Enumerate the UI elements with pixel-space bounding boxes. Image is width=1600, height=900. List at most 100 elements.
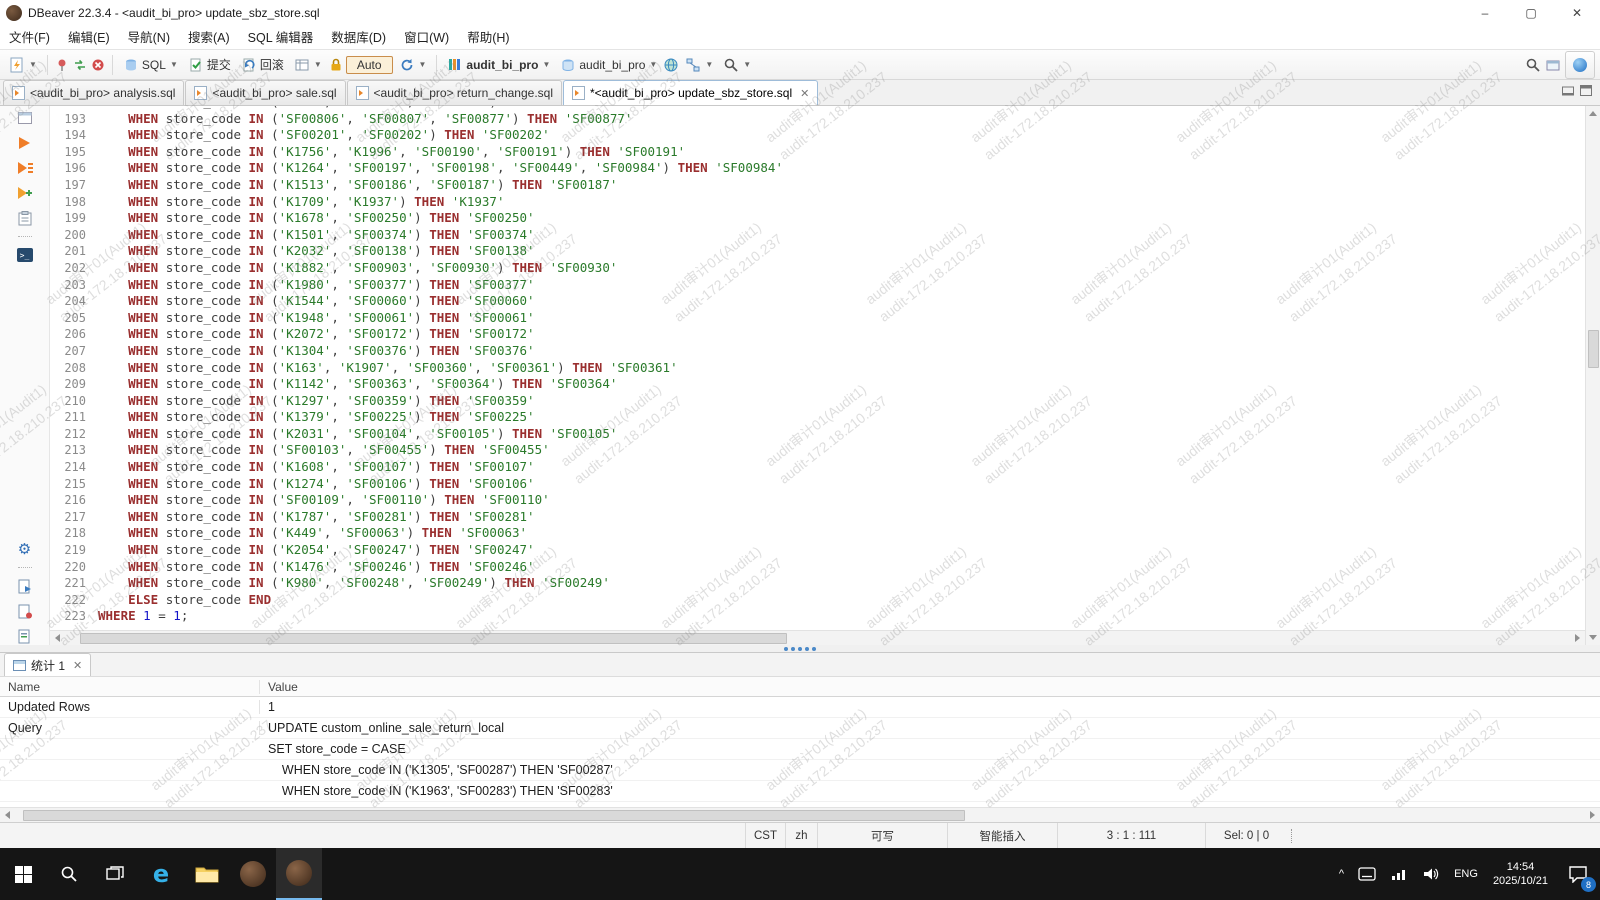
settings-gear-icon[interactable]: ⚙ [16,540,34,558]
panel-splitter[interactable] [0,645,1600,652]
explain-plan-icon[interactable] [16,209,34,227]
menu-item-8[interactable]: 帮助(H) [458,26,518,50]
quick-search-icon[interactable] [1525,57,1541,73]
editor-tab[interactable]: <audit_bi_pro> sale.sql [185,80,345,105]
editor-tab[interactable]: <audit_bi_pro> analysis.sql [3,80,184,105]
vscroll-track[interactable] [1586,121,1600,630]
vscroll-thumb[interactable] [1588,330,1599,368]
taskbar-search-button[interactable] [46,848,92,900]
menu-item-2[interactable]: 编辑(E) [59,26,119,50]
code-line[interactable]: 193 WHEN store_code IN ('SF00806', 'SF00… [50,111,1585,128]
maximize-editor-icon[interactable] [1580,83,1592,101]
perspective-button[interactable] [1565,51,1595,79]
close-button[interactable]: ✕ [1554,0,1600,26]
code-line[interactable]: 197 WHEN store_code IN ('K1513', 'SF0018… [50,177,1585,194]
menu-item-4[interactable]: 搜索(A) [179,26,239,50]
task-view-button[interactable] [92,848,138,900]
menu-item-1[interactable]: 文件(F) [0,26,59,50]
sql-dialect-dropdown[interactable]: SQL ▼ [119,55,182,75]
code-editor[interactable]: 192 WHEN store_code IN ('K162', 'SF00195… [50,106,1585,645]
column-header-value[interactable]: Value [260,680,1600,694]
scroll-up-icon[interactable] [1586,106,1600,121]
close-tab-icon[interactable]: ✕ [800,87,809,100]
code-line[interactable]: 204 WHEN store_code IN ('K1544', 'SF0006… [50,293,1585,310]
globe-icon[interactable] [663,57,679,73]
code-line[interactable]: 219 WHEN store_code IN ('K2054', 'SF0024… [50,542,1585,559]
table-row[interactable]: QueryUPDATE custom_online_sale_return_lo… [0,718,1600,739]
hscroll-thumb[interactable] [80,633,787,644]
connection-selector[interactable]: audit_bi_pro ▼ [443,55,554,75]
table-row[interactable]: WHEN store_code IN ('K1305', 'SF00287') … [0,760,1600,781]
export-result-icon[interactable] [16,577,34,595]
code-line[interactable]: 213 WHEN store_code IN ('SF00103', 'SF00… [50,442,1585,459]
code-line[interactable]: 199 WHEN store_code IN ('K1678', 'SF0025… [50,210,1585,227]
edge-browser-button[interactable]: e [138,848,184,900]
scroll-right-icon[interactable] [1585,808,1600,823]
panel-toggle-icon[interactable] [16,109,34,127]
panel-horizontal-scrollbar[interactable] [0,807,1600,822]
execute-new-tab-icon[interactable] [16,184,34,202]
code-line[interactable]: 222 ELSE store_code END [50,592,1585,609]
code-line[interactable]: 202 WHEN store_code IN ('K1882', 'SF0090… [50,260,1585,277]
taskbar-clock[interactable]: 14:54 2025/10/21 [1485,860,1556,888]
code-line[interactable]: 200 WHEN store_code IN ('K1501', 'SF0037… [50,227,1585,244]
hscroll-track[interactable] [15,808,1585,822]
code-line[interactable]: 203 WHEN store_code IN ('K1980', 'SF0037… [50,277,1585,294]
commit-button[interactable]: 提交 [184,54,235,75]
code-line[interactable]: 208 WHEN store_code IN ('K163', 'K1907',… [50,360,1585,377]
code-viewport[interactable]: 192 WHEN store_code IN ('K162', 'SF00195… [50,106,1585,630]
code-line[interactable]: 211 WHEN store_code IN ('K1379', 'SF0022… [50,409,1585,426]
code-line[interactable]: 217 WHEN store_code IN ('K1787', 'SF0028… [50,509,1585,526]
dbeaver-taskbar-button[interactable] [230,848,276,900]
code-line[interactable]: 216 WHEN store_code IN ('SF00109', 'SF00… [50,492,1585,509]
minimize-editor-icon[interactable] [1562,83,1574,101]
code-line[interactable]: 198 WHEN store_code IN ('K1709', 'K1937'… [50,194,1585,211]
scroll-down-icon[interactable] [1586,630,1600,645]
language-indicator[interactable]: ENG [1447,848,1485,900]
hscroll-track[interactable] [65,631,1570,645]
tray-expand-chevron[interactable]: ^ [1332,848,1351,900]
file-explorer-button[interactable] [184,848,230,900]
code-line[interactable]: 220 WHEN store_code IN ('K1476', 'SF0024… [50,559,1585,576]
code-line[interactable]: 215 WHEN store_code IN ('K1274', 'SF0010… [50,476,1585,493]
close-panel-tab-icon[interactable]: ✕ [73,659,82,672]
code-line[interactable]: 209 WHEN store_code IN ('K1142', 'SF0036… [50,376,1585,393]
code-line[interactable]: 218 WHEN store_code IN ('K449', 'SF00063… [50,525,1585,542]
code-line[interactable]: 201 WHEN store_code IN ('K2032', 'SF0013… [50,243,1585,260]
schema-selector[interactable]: audit_bi_pro ▼ [556,55,661,75]
sync-connection-icon[interactable] [72,57,88,73]
scroll-left-icon[interactable] [50,631,65,646]
code-line[interactable]: 205 WHEN store_code IN ('K1948', 'SF0006… [50,310,1585,327]
code-line[interactable]: 223WHERE 1 = 1; [50,608,1585,625]
menu-item-7[interactable]: 窗口(W) [395,26,458,50]
menu-item-6[interactable]: 数据库(D) [322,26,395,50]
sql-console-icon[interactable]: >_ [16,246,34,264]
action-center-button[interactable]: 8 [1556,848,1600,900]
code-line[interactable]: 194 WHEN store_code IN ('SF00201', 'SF00… [50,127,1585,144]
code-line[interactable]: 221 WHEN store_code IN ('K980', 'SF00248… [50,575,1585,592]
tab-statistics[interactable]: 统计 1 ✕ [4,653,91,676]
new-sql-editor-button[interactable]: ▼ [5,55,41,75]
table-row[interactable]: SET store_code = CASE [0,739,1600,760]
table-row[interactable]: Updated Rows1 [0,697,1600,718]
start-button[interactable] [0,848,46,900]
code-line[interactable]: 196 WHEN store_code IN ('K1264', 'SF0019… [50,160,1585,177]
editor-vertical-scrollbar[interactable] [1585,106,1600,645]
transaction-log-dropdown[interactable]: ▼ [290,55,326,75]
execute-script-icon[interactable] [16,159,34,177]
code-line[interactable]: 207 WHEN store_code IN ('K1304', 'SF0037… [50,343,1585,360]
editor-tab[interactable]: <audit_bi_pro> return_change.sql [347,80,562,105]
scroll-left-icon[interactable] [0,808,15,823]
menu-item-5[interactable]: SQL 编辑器 [239,26,323,50]
open-file-icon[interactable] [16,627,34,645]
er-diagram-dropdown[interactable]: ▼ [681,55,717,75]
dbeaver-active-taskbar-button[interactable] [276,848,322,900]
table-row[interactable]: WHEN store_code IN ('K1963', 'SF00283') … [0,781,1600,802]
save-file-icon[interactable] [16,602,34,620]
code-line[interactable]: 195 WHEN store_code IN ('K1756', 'K1996'… [50,144,1585,161]
minimize-button[interactable]: – [1462,0,1508,26]
hscroll-thumb[interactable] [23,810,965,821]
network-icon[interactable] [1383,848,1415,900]
pin-icon[interactable] [54,57,70,73]
maximize-button[interactable]: ▢ [1508,0,1554,26]
